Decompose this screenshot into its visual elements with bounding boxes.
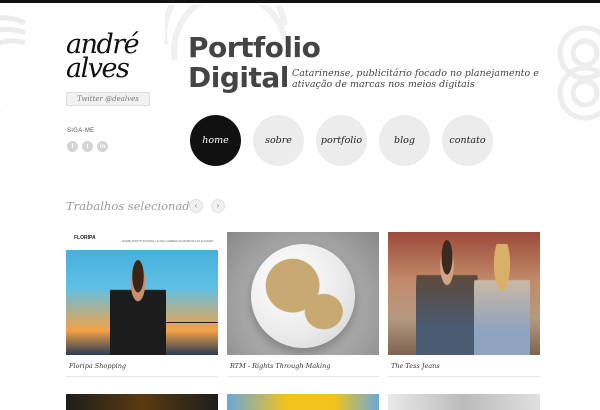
linkedin-icon[interactable]: in (97, 141, 108, 152)
nav-contato[interactable]: contato (442, 115, 493, 166)
bridge-photo (166, 322, 218, 336)
logo-line-2: alves (66, 53, 130, 84)
tagline: Catarinense, publicitário focado no plan… (292, 68, 539, 90)
facebook-icon[interactable]: f (67, 141, 78, 152)
works-row-2 (66, 394, 540, 410)
globe-image (251, 244, 355, 348)
background-pattern (0, 15, 27, 113)
model-photo (474, 244, 530, 355)
twitter-handle-link[interactable]: Twitter @dealves (66, 92, 150, 106)
follow-label: SIGA-ME (67, 128, 95, 134)
works-grid: FLORIPA HOME INSTITUCIONAL LOJAS CINEMA … (66, 232, 540, 377)
main-nav: home sobre portfolio blog contato (190, 115, 493, 166)
carousel-controls: ‹ › (189, 199, 225, 213)
work-card[interactable]: RTM - Rights Through Making (227, 232, 379, 377)
work-caption[interactable]: The Tess Jeans (388, 355, 540, 377)
nav-home[interactable]: home (190, 115, 241, 166)
model-photo (110, 254, 166, 355)
social-links: f t in (67, 141, 108, 152)
floripa-logo: FLORIPA (74, 235, 96, 241)
work-caption[interactable]: RTM - Rights Through Making (227, 355, 379, 377)
floripa-menu-preview: HOME INSTITUCIONAL LOJAS CINEMA ACONTECE… (122, 239, 214, 243)
nav-blog[interactable]: blog (379, 115, 430, 166)
section-title: Trabalhos selecionados (66, 199, 203, 213)
nav-portfolio[interactable]: portfolio (316, 115, 367, 166)
work-thumbnail[interactable] (227, 394, 379, 410)
work-card[interactable]: The Tess Jeans (388, 232, 540, 377)
work-thumbnail[interactable] (66, 394, 218, 410)
work-thumbnail[interactable] (388, 232, 540, 355)
prev-arrow-button[interactable]: ‹ (189, 199, 203, 213)
work-thumbnail[interactable]: FLORIPA HOME INSTITUCIONAL LOJAS CINEMA … (66, 232, 218, 355)
nav-sobre[interactable]: sobre (253, 115, 304, 166)
twitter-icon[interactable]: t (82, 141, 93, 152)
work-thumbnail[interactable] (227, 232, 379, 355)
model-photo (416, 240, 478, 355)
title-line-1: Portfolio (188, 31, 321, 64)
work-thumbnail[interactable] (388, 394, 540, 410)
work-card[interactable]: FLORIPA HOME INSTITUCIONAL LOJAS CINEMA … (66, 232, 218, 377)
site-logo[interactable]: andré alves (66, 31, 150, 84)
next-arrow-button[interactable]: › (211, 199, 225, 213)
work-caption[interactable]: Floripa Shopping (66, 355, 218, 377)
